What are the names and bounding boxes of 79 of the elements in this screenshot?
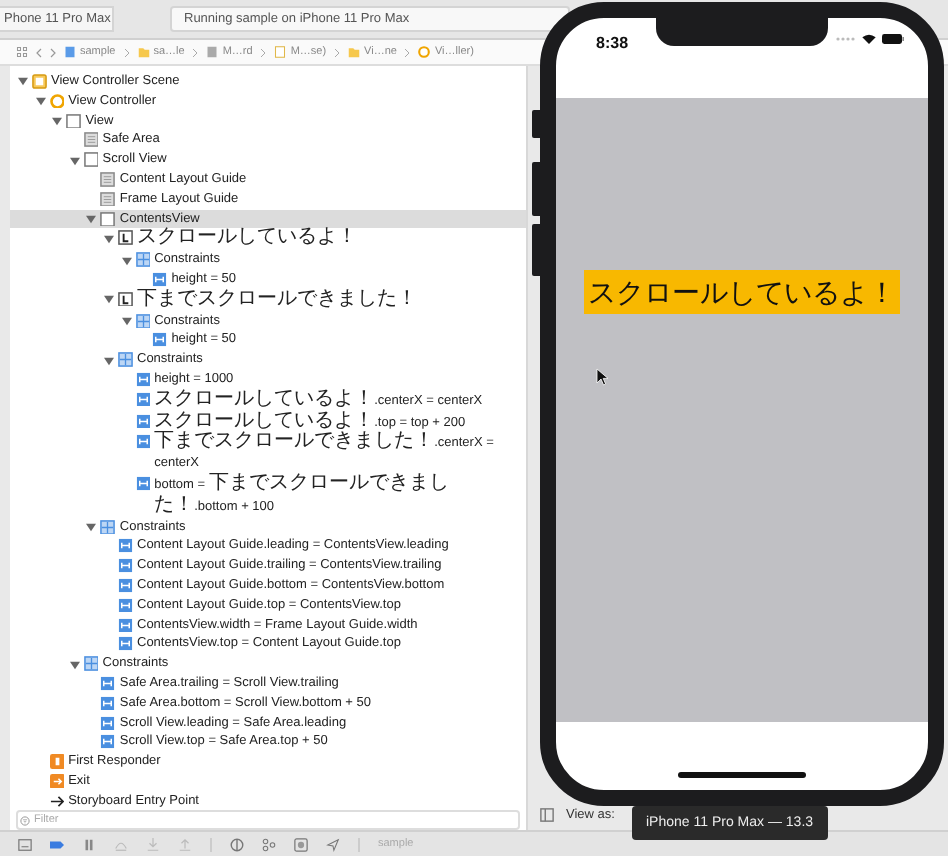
disclosure-triangle[interactable] xyxy=(121,255,132,266)
view-icon xyxy=(66,113,82,129)
layout-guide-icon xyxy=(83,132,99,148)
arrow-icon xyxy=(49,793,65,809)
scroll-label: スクロールしているよ！ xyxy=(584,270,900,314)
pause-icon[interactable] xyxy=(82,837,96,851)
back-icon[interactable] xyxy=(36,47,42,57)
disclosure-triangle[interactable] xyxy=(69,155,80,166)
layout-guide-icon xyxy=(100,172,116,188)
constraints-icon xyxy=(118,352,133,368)
scroll-view[interactable]: スクロールしているよ！ xyxy=(556,98,928,722)
constraint-icon xyxy=(118,597,133,613)
battery-icon xyxy=(882,34,904,44)
chevron-icon xyxy=(404,47,411,57)
constraint-icon xyxy=(118,538,133,554)
view-controller-icon xyxy=(49,93,65,109)
disclosure-triangle[interactable] xyxy=(18,76,28,87)
project-icon xyxy=(64,46,76,58)
chevron-icon xyxy=(334,47,341,57)
disclosure-triangle[interactable] xyxy=(86,213,97,224)
constraint-icon xyxy=(135,391,151,407)
environment-icon[interactable] xyxy=(294,837,308,851)
disclosure-triangle[interactable] xyxy=(121,315,132,326)
cursor-icon xyxy=(596,368,608,386)
view-controller-icon xyxy=(418,46,431,58)
exit-icon xyxy=(49,773,65,789)
folder-icon xyxy=(137,46,150,58)
constraint-icon xyxy=(135,372,151,388)
constraint-icon xyxy=(135,434,151,450)
view-icon xyxy=(83,152,99,168)
forward-icon[interactable] xyxy=(50,47,56,57)
folder-icon xyxy=(348,46,361,58)
constraint-icon xyxy=(100,676,116,691)
constraint-icon xyxy=(118,636,133,652)
constraint-icon xyxy=(135,476,151,492)
disclosure-triangle[interactable] xyxy=(86,521,97,532)
disclosure-triangle[interactable] xyxy=(104,355,114,366)
status-time: 8:38 xyxy=(596,34,629,52)
disclosure-triangle[interactable] xyxy=(52,115,63,126)
outline-item[interactable]: 下までスクロールできました！ xyxy=(10,289,526,312)
disclosure-triangle[interactable] xyxy=(104,294,114,305)
disclosure-triangle[interactable] xyxy=(104,233,114,244)
signal-icon xyxy=(836,36,856,42)
view-hierarchy-icon[interactable] xyxy=(230,837,244,851)
filter-icon xyxy=(20,815,30,826)
console-icon[interactable] xyxy=(18,837,32,851)
constraint-icon xyxy=(100,734,116,750)
constraints-icon xyxy=(135,313,151,329)
constraint-icon xyxy=(100,715,116,731)
outline-item[interactable]: スクロールしているよ！ xyxy=(10,228,526,251)
constraints-icon xyxy=(135,252,151,268)
breakpoint-icon[interactable] xyxy=(50,837,64,851)
panel-toggle-icon[interactable] xyxy=(540,807,554,821)
constraint-icon xyxy=(118,558,133,574)
disclosure-triangle[interactable] xyxy=(35,96,46,107)
document-icon xyxy=(206,46,219,58)
document-icon xyxy=(274,46,287,58)
wifi-icon xyxy=(862,34,876,44)
view-icon xyxy=(100,211,116,227)
chevron-icon xyxy=(260,47,267,57)
chevron-icon xyxy=(123,47,130,57)
constraint-icon xyxy=(118,617,133,633)
disclosure-triangle[interactable] xyxy=(69,659,80,669)
constraint-icon xyxy=(100,695,116,711)
label-icon xyxy=(118,291,133,307)
chevron-icon xyxy=(192,47,199,57)
constraint-icon xyxy=(135,413,151,429)
constraint-icon xyxy=(118,578,133,594)
layout-guide-icon xyxy=(100,191,116,207)
location-icon[interactable] xyxy=(326,837,340,851)
constraints-icon xyxy=(83,656,99,672)
first-responder-icon xyxy=(49,754,65,770)
scene-icon xyxy=(32,74,47,90)
constraint-icon xyxy=(152,332,168,348)
memory-graph-icon[interactable] xyxy=(262,837,276,851)
grid-icon[interactable] xyxy=(16,46,28,58)
constraint-icon xyxy=(152,272,168,288)
constraints-icon xyxy=(100,519,116,535)
label-icon xyxy=(118,230,133,246)
